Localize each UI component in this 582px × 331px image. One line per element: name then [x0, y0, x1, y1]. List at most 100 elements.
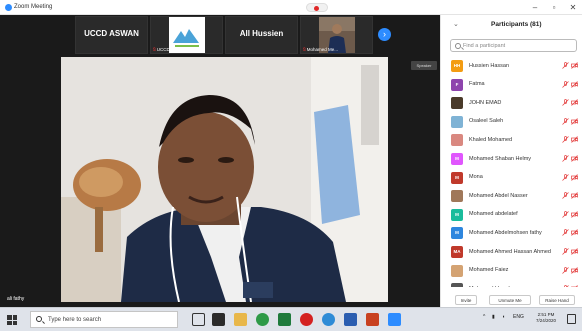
participant-row[interactable]: F Fatma — [441, 76, 582, 95]
participant-name: Mohamed Abdel Nasser — [469, 192, 528, 199]
video-off-icon[interactable] — [571, 155, 578, 162]
raise-hand-button[interactable]: Raise Hand — [539, 295, 575, 305]
muted-mic-icon[interactable] — [562, 192, 569, 199]
avatar: F — [451, 78, 463, 91]
video-off-icon[interactable] — [571, 62, 578, 69]
participant-row[interactable]: M Mohamed abdelatef — [441, 206, 582, 225]
powerpoint-icon[interactable] — [366, 313, 379, 326]
taskbar-search-placeholder: Type here to search — [48, 316, 102, 323]
taskbar-search-box[interactable]: Type here to search — [30, 311, 178, 328]
muted-mic-icon[interactable] — [562, 155, 569, 162]
muted-mic-icon[interactable] — [562, 99, 569, 106]
participant-name: Mohamed Abdelmohsen fathy — [469, 229, 542, 236]
participant-row[interactable]: M Mona — [441, 169, 582, 188]
unmute-me-button[interactable]: Unmute Me — [489, 295, 531, 305]
maximize-button[interactable]: ▫ — [547, 2, 561, 13]
participant-name: JOHN EMAD — [469, 99, 502, 106]
window-title: Zoom Meeting — [14, 3, 53, 10]
participant-row[interactable]: Khaled Mohamed — [441, 131, 582, 150]
search-icon — [36, 316, 42, 322]
participant-row[interactable]: MA Mohamed Ahmed Hassan Ahmed — [441, 243, 582, 262]
meeting-area: UCCD ASWAN ⍉UCCD Aswan All Hussien ⍉Moha… — [0, 15, 440, 307]
language-indicator[interactable]: ENG — [513, 314, 524, 320]
avatar — [451, 115, 463, 128]
show-hidden-icons-icon[interactable]: ^ — [483, 314, 485, 320]
volume-icon[interactable]: ◖ — [502, 314, 505, 320]
muted-mic-icon[interactable] — [562, 285, 569, 287]
participant-row[interactable]: Mohamed Hamdy — [441, 280, 582, 287]
thumbnail-label: UCCD Aswan — [156, 47, 185, 52]
speaker-name-label: ali fathy — [7, 296, 25, 302]
participant-search-box[interactable] — [450, 39, 577, 52]
zoom-taskbar-icon[interactable] — [388, 313, 401, 326]
windows-start-icon[interactable] — [7, 315, 17, 325]
participants-panel: ⌄ Participants (81) HH Hussien Hassan F Fat… — [440, 15, 582, 307]
muted-mic-icon: ⍉ — [153, 47, 156, 52]
excel-icon[interactable] — [278, 313, 291, 326]
video-off-icon[interactable] — [571, 266, 578, 274]
thumbnail-uccd-aswan[interactable]: UCCD ASWAN — [75, 16, 148, 54]
participant-name: Mohamed abdelatef — [469, 211, 518, 218]
thumbnail-mohamed-video[interactable]: ⍉Mohamed Me... — [300, 16, 373, 54]
avatar: M — [451, 171, 463, 184]
invite-button[interactable]: Invite — [455, 295, 477, 305]
windows-taskbar: Type here to search ^ ▮ ◖ ENG 2:51 PM 7/… — [0, 307, 582, 331]
opera-icon[interactable] — [300, 313, 313, 326]
speaker-view-tag[interactable]: Speaker — [411, 61, 437, 70]
muted-mic-icon[interactable] — [562, 80, 569, 88]
muted-mic-icon[interactable] — [562, 62, 569, 69]
title-bar: Zoom Meeting – ▫ ✕ — [0, 0, 582, 15]
avatar: M — [451, 208, 463, 221]
recording-indicator-icon[interactable] — [306, 3, 328, 12]
notification-icon[interactable] — [567, 314, 576, 324]
participant-row[interactable]: Osaleel Saleh — [441, 113, 582, 132]
participant-list[interactable]: HH Hussien Hassan F Fatma JOHN EMAD Osaleel S… — [441, 57, 582, 287]
participant-row[interactable]: JOHN EMAD — [441, 94, 582, 113]
next-page-arrow-icon[interactable]: › — [378, 28, 391, 41]
video-off-icon[interactable] — [571, 99, 578, 106]
video-off-icon[interactable] — [571, 248, 578, 255]
network-icon[interactable]: ▮ — [492, 314, 495, 320]
muted-mic-icon[interactable] — [562, 136, 569, 144]
zoom-logo-icon — [5, 4, 12, 11]
video-off-icon[interactable] — [571, 80, 578, 88]
video-off-icon[interactable] — [571, 229, 578, 237]
edge-icon[interactable] — [322, 313, 335, 326]
muted-mic-icon[interactable] — [562, 229, 569, 237]
avatar — [451, 190, 463, 203]
store-icon[interactable] — [212, 313, 225, 326]
participant-name: Fatma — [469, 81, 485, 88]
video-off-icon[interactable] — [571, 173, 578, 181]
minimize-button[interactable]: – — [528, 2, 542, 13]
participant-name: Mohamed Ahmed Hassan Ahmed — [469, 248, 551, 255]
video-off-icon[interactable] — [571, 285, 578, 287]
chevron-down-icon[interactable]: ⌄ — [453, 20, 459, 28]
file-explorer-icon[interactable] — [234, 313, 247, 326]
participant-search-input[interactable] — [463, 40, 573, 51]
thumbnail-label: Mohamed Me... — [306, 47, 338, 52]
video-off-icon[interactable] — [571, 211, 578, 218]
video-off-icon[interactable] — [571, 192, 578, 199]
close-button[interactable]: ✕ — [566, 2, 580, 13]
participant-row[interactable]: M Mohamed Abdelmohsen fathy — [441, 224, 582, 243]
muted-mic-icon[interactable] — [562, 173, 569, 181]
chrome-icon[interactable] — [256, 313, 269, 326]
taskbar-clock[interactable]: 2:51 PM 7/24/2020 — [531, 312, 561, 324]
muted-mic-icon[interactable] — [562, 266, 569, 274]
muted-mic-icon[interactable] — [562, 117, 569, 125]
task-view-icon[interactable] — [192, 313, 205, 326]
video-off-icon[interactable] — [571, 136, 578, 144]
participant-row[interactable]: HH Hussien Hassan — [441, 57, 582, 76]
word-icon[interactable] — [344, 313, 357, 326]
participant-row[interactable]: M Mohamed Shaban Helmy — [441, 150, 582, 169]
participant-name: Mohamed Shaban Helmy — [469, 155, 532, 162]
participant-row[interactable]: Mohamed Faiez — [441, 262, 582, 281]
participant-name: Mohamed Faiez — [469, 267, 509, 274]
video-off-icon[interactable] — [571, 118, 578, 125]
muted-mic-icon[interactable] — [562, 248, 569, 255]
thumbnail-all-hussien[interactable]: All Hussien — [225, 16, 298, 54]
muted-mic-icon[interactable] — [562, 210, 569, 218]
participant-row[interactable]: Mohamed Abdel Nasser — [441, 187, 582, 206]
participant-name: Khaled Mohamed — [469, 136, 513, 143]
thumbnail-uccd-aswan-video[interactable]: ⍉UCCD Aswan — [150, 16, 223, 54]
